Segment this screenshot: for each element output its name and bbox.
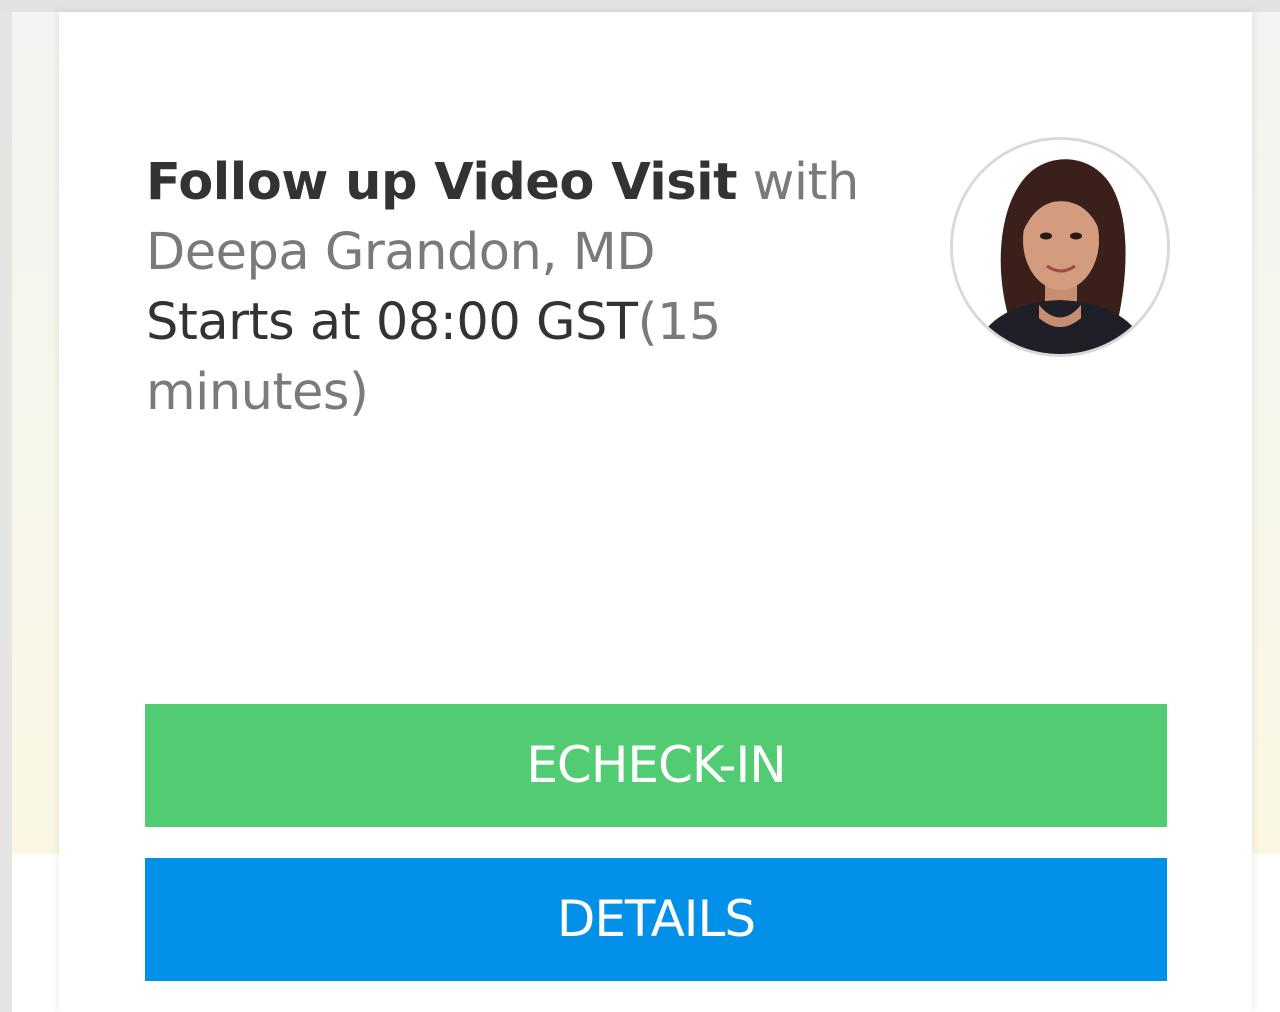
visit-title-line: Follow up Video Visit with bbox=[146, 148, 866, 218]
echeck-in-button[interactable]: ECHECK-IN bbox=[145, 704, 1167, 827]
duration-unit: minutes) bbox=[146, 363, 369, 422]
start-time: Starts at 08:00 GST bbox=[146, 293, 638, 352]
provider-avatar bbox=[950, 137, 1170, 357]
provider-avatar-photo-icon bbox=[953, 140, 1167, 354]
start-time-line: Starts at 08:00 GST(15 bbox=[146, 288, 866, 358]
details-button[interactable]: DETAILS bbox=[145, 858, 1167, 981]
top-strip bbox=[0, 0, 1280, 12]
visit-type: Follow up Video Visit bbox=[146, 153, 737, 212]
left-edge bbox=[0, 12, 12, 1012]
with-label: with bbox=[736, 153, 860, 212]
appointment-screen: Follow up Video Visit with Deepa Grandon… bbox=[0, 0, 1280, 1012]
appointment-card[interactable]: Follow up Video Visit with Deepa Grandon… bbox=[59, 12, 1252, 1012]
provider-name: Deepa Grandon, MD bbox=[146, 223, 656, 282]
duration: (15 bbox=[637, 293, 722, 352]
appointment-summary: Follow up Video Visit with Deepa Grandon… bbox=[146, 148, 866, 428]
